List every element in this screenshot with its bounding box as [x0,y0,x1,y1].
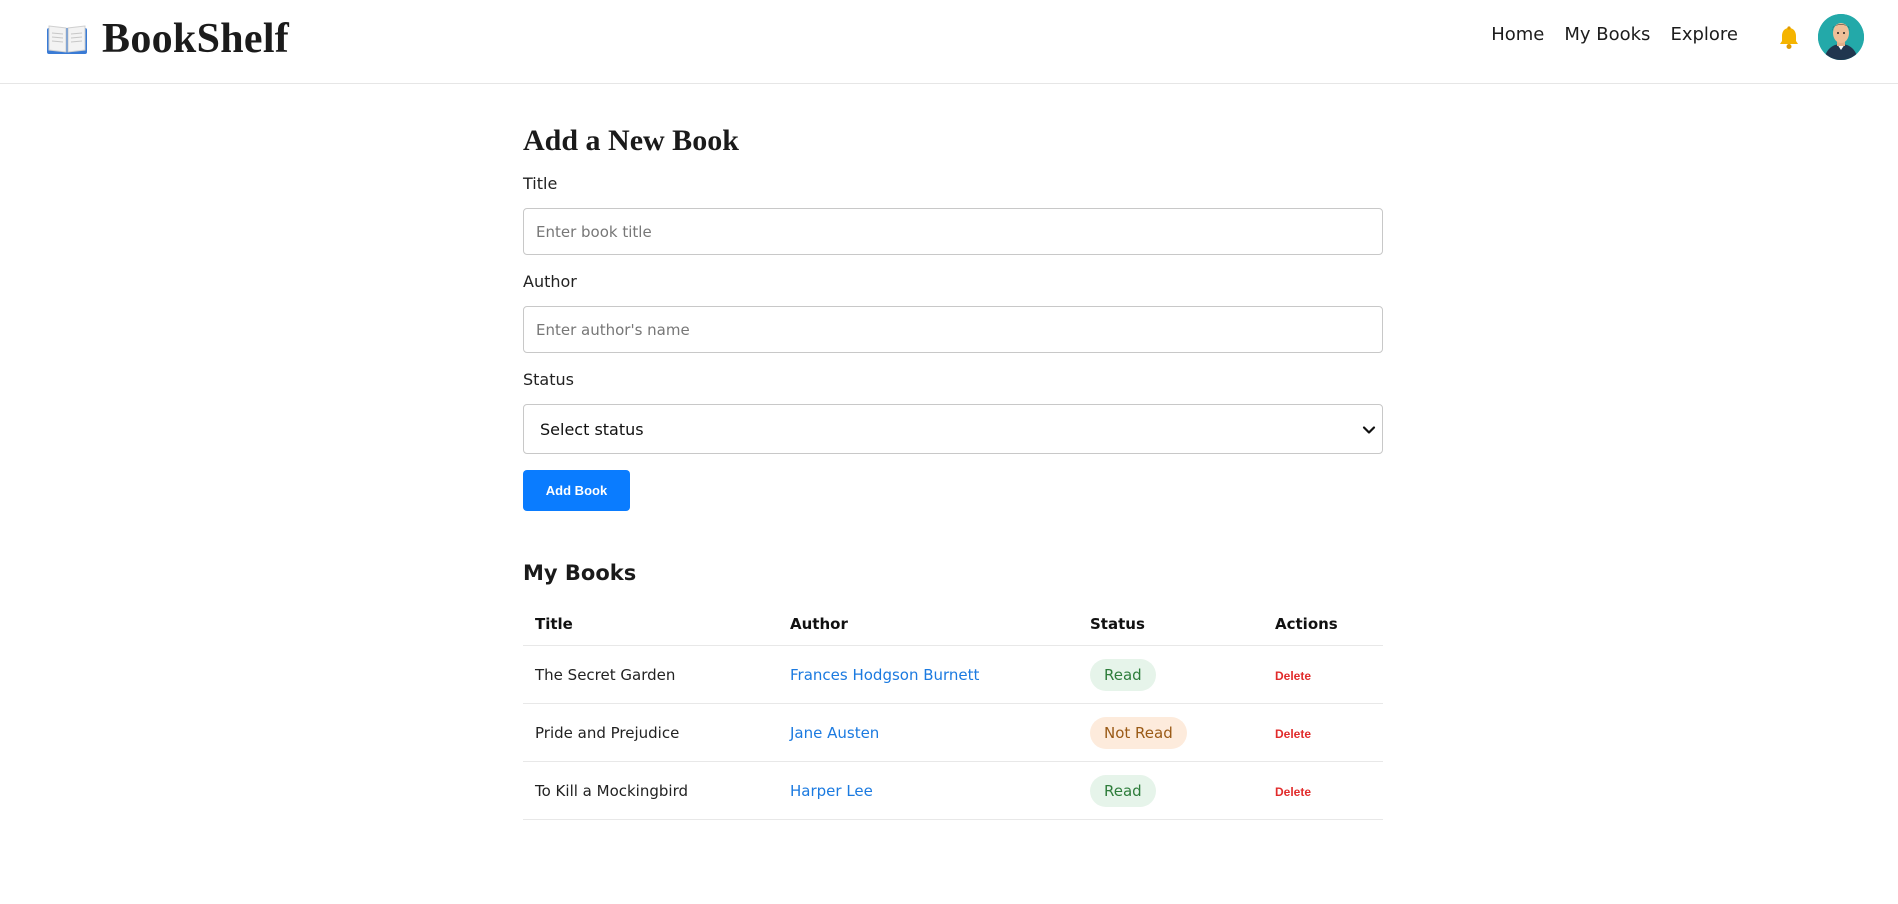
top-navbar: BookShelf Home My Books Explore [0,0,1898,84]
title-label: Title [523,174,558,193]
author-link[interactable]: Harper Lee [790,782,873,800]
open-book-icon [46,22,88,56]
add-book-button[interactable]: Add Book [523,470,630,511]
author-label: Author [523,272,577,291]
status-select-value: Select status [540,419,644,439]
books-table: Title Author Status Actions The Secret G… [523,603,1383,820]
table-row: The Secret Garden Frances Hodgson Burnet… [523,645,1383,704]
author-input[interactable] [523,306,1383,353]
delete-button[interactable]: Delete [1275,669,1311,683]
table-row: Pride and Prejudice Jane Austen Not Read… [523,703,1383,762]
avatar[interactable] [1818,14,1864,60]
book-title: The Secret Garden [523,645,778,704]
nav-home[interactable]: Home [1491,24,1544,45]
book-title: To Kill a Mockingbird [523,761,778,820]
status-badge: Read [1090,774,1156,807]
bell-icon[interactable] [1778,26,1800,50]
status-select[interactable]: Select status [523,404,1383,454]
page-title: Add a New Book [523,124,739,157]
delete-button[interactable]: Delete [1275,727,1311,741]
status-label: Status [523,370,574,389]
table-header-row: Title Author Status Actions [523,603,1383,646]
status-badge: Read [1090,658,1156,691]
delete-button[interactable]: Delete [1275,785,1311,799]
column-header-actions: Actions [1263,603,1383,646]
column-header-status: Status [1078,603,1263,646]
status-badge: Not Read [1090,716,1187,749]
main-content: Add a New Book Title Author Status Selec… [523,100,1383,820]
nav-my-books[interactable]: My Books [1564,24,1650,45]
nav-explore[interactable]: Explore [1670,24,1738,45]
main-nav: Home My Books Explore [1491,24,1738,45]
brand-name: BookShelf [102,16,290,62]
book-title: Pride and Prejudice [523,703,778,762]
author-link[interactable]: Jane Austen [790,724,879,742]
title-input[interactable] [523,208,1383,255]
add-book-form: Title Author Status Select status Add Bo… [523,174,1383,511]
chevron-down-icon [1362,422,1376,436]
column-header-title: Title [523,603,778,646]
my-books-heading: My Books [523,561,637,585]
column-header-author: Author [778,603,1078,646]
brand[interactable]: BookShelf [46,14,289,64]
author-link[interactable]: Frances Hodgson Burnett [790,666,979,684]
table-row: To Kill a Mockingbird Harper Lee Read De… [523,761,1383,820]
